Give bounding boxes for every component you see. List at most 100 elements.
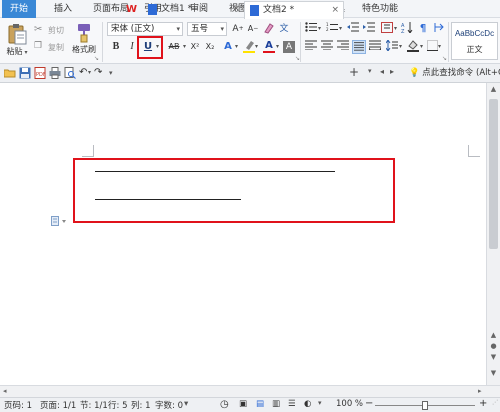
style-normal-button[interactable]: AaBbCcDc 正文 (451, 22, 498, 60)
clear-format-icon[interactable] (262, 22, 276, 36)
scroll-down-icon[interactable]: ▼ (487, 369, 500, 377)
divider (300, 22, 301, 62)
borders-icon[interactable] (425, 40, 439, 54)
page-view-icon[interactable]: ▤ (256, 399, 264, 409)
wps-logo-icon: W (126, 4, 138, 15)
font-size-select[interactable]: 五号 ▾ (187, 22, 227, 36)
chevron-down-icon[interactable]: ▾ (339, 25, 342, 32)
save-icon[interactable] (19, 67, 31, 79)
zoom-slider-knob[interactable] (422, 401, 428, 410)
status-row[interactable]: 行: 5 (108, 399, 127, 411)
read-view-icon[interactable]: ▥ (272, 399, 280, 409)
shrink-font-button[interactable]: A− (246, 22, 260, 36)
highlight-icon[interactable] (242, 40, 256, 54)
doc-tab-1[interactable]: W 文档1 * × (124, 1, 244, 19)
open-folder-icon[interactable] (3, 67, 16, 79)
redo-icon[interactable]: ↷ (94, 67, 106, 79)
bullets-icon[interactable] (304, 22, 318, 36)
new-tab-button[interactable]: + (349, 65, 359, 79)
superscript-button[interactable]: X² (188, 40, 202, 54)
chevron-down-icon[interactable]: ▾ (183, 43, 186, 50)
chevron-down-icon[interactable]: ▾ (394, 25, 397, 32)
chinese-layout-icon[interactable] (380, 22, 394, 36)
full-screen-icon[interactable]: ▣ (239, 399, 247, 409)
numbering-icon[interactable]: 12 (325, 22, 339, 36)
close-icon[interactable]: × (232, 1, 240, 18)
web-view-icon[interactable]: ◐ (304, 399, 311, 409)
distributed-align-icon[interactable] (368, 40, 382, 54)
status-word-count[interactable]: 字数: 0 (155, 399, 183, 411)
justify-icon[interactable] (352, 40, 366, 54)
char-shading-icon[interactable]: A (283, 41, 295, 53)
chevron-down-icon[interactable]: ▾ (399, 43, 402, 50)
status-pages[interactable]: 页面: 1/1 (40, 399, 76, 411)
zoom-level[interactable]: 100 % (336, 399, 363, 409)
paragraph-handle-icon[interactable] (51, 216, 67, 229)
history-icon[interactable]: ◷ (220, 399, 229, 410)
chevron-down-icon[interactable]: ▾ (420, 43, 423, 50)
chevron-down-icon[interactable]: ▾ (318, 399, 322, 407)
status-column[interactable]: 列: 1 (131, 399, 150, 411)
copy-button[interactable]: ❐ 复制 (34, 41, 70, 53)
show-hide-marks-icon[interactable]: ¶ (416, 22, 430, 36)
next-tab-icon[interactable]: ▸ (390, 67, 402, 79)
document-page[interactable] (0, 83, 486, 385)
dialog-launcher-icon[interactable]: ↘ (295, 55, 300, 62)
chevron-down-icon[interactable]: ▾ (255, 43, 258, 50)
scroll-down-icon[interactable]: ▼ (487, 353, 500, 361)
font-color-icon[interactable]: A (262, 39, 276, 53)
dialog-launcher-icon[interactable]: ↘ (442, 55, 447, 62)
tab-special-features[interactable]: 特色功能 (354, 0, 406, 18)
vertical-scrollbar[interactable]: ▲ ▲ ● ▼ ▼ (486, 83, 500, 385)
line-spacing-icon[interactable] (385, 39, 399, 54)
zoom-out-button[interactable]: − (365, 398, 373, 409)
phonetic-guide-button[interactable]: 文 (277, 22, 291, 36)
font-name-select[interactable]: 宋体 (正文) ▾ (107, 22, 183, 36)
select-browse-object-icon[interactable]: ● (487, 342, 500, 350)
tab-insert[interactable]: 插入 (46, 0, 80, 18)
svg-text:PDF: PDF (36, 72, 46, 78)
align-center-icon[interactable] (320, 40, 334, 54)
doc-tab-2[interactable]: 文档2 * × (244, 1, 344, 19)
status-section[interactable]: 节: 1/1 (80, 399, 108, 411)
status-page-number[interactable]: 页码: 1 (4, 399, 32, 411)
print-preview-icon[interactable] (64, 67, 76, 79)
dialog-launcher-icon[interactable]: ↘ (94, 55, 99, 62)
increase-indent-icon[interactable] (362, 22, 376, 36)
shading-icon[interactable] (406, 40, 420, 54)
chevron-down-icon[interactable]: ▾ (438, 43, 441, 50)
chevron-down-icon[interactable]: ▾ (318, 25, 321, 32)
command-search[interactable]: 💡 点此查找命令 (Alt+Q) (409, 64, 500, 83)
tab-home[interactable]: 开始 (2, 0, 37, 18)
decrease-indent-icon[interactable] (346, 22, 360, 36)
scroll-up-icon[interactable]: ▲ (487, 85, 500, 93)
scroll-left-icon[interactable]: ◂ (3, 387, 7, 395)
tab-stops-icon[interactable] (432, 22, 446, 36)
cut-button[interactable]: ✂ 剪切 (34, 24, 70, 36)
close-icon[interactable]: × (331, 2, 339, 19)
sort-icon[interactable]: AZ (400, 22, 414, 36)
paste-button[interactable]: 粘贴 ▾ (4, 22, 30, 62)
scroll-up-icon[interactable]: ▲ (487, 331, 500, 339)
align-left-icon[interactable] (304, 40, 318, 54)
chevron-down-icon[interactable]: ▾ (184, 399, 188, 409)
paste-icon (8, 24, 27, 45)
chevron-down-icon[interactable]: ▾ (276, 43, 279, 50)
customize-toolbar-icon[interactable]: ▾ (109, 69, 121, 81)
bold-button[interactable]: B (109, 40, 123, 54)
grow-font-button[interactable]: A+ (231, 22, 245, 36)
export-pdf-icon[interactable]: PDF (34, 67, 46, 79)
tab-list-icon[interactable]: ▾ (368, 67, 380, 79)
strikethrough-button[interactable]: AB (165, 40, 183, 54)
print-icon[interactable] (49, 67, 61, 79)
zoom-in-button[interactable]: + (479, 398, 487, 409)
scrollbar-thumb[interactable] (489, 99, 498, 249)
subscript-button[interactable]: X₂ (203, 40, 217, 54)
scroll-right-icon[interactable]: ▸ (478, 387, 482, 395)
align-right-icon[interactable] (336, 40, 350, 54)
outline-view-icon[interactable]: ☰ (288, 399, 296, 409)
chevron-down-icon[interactable]: ▾ (235, 43, 238, 50)
horizontal-scrollbar[interactable]: ◂ ▸ (0, 385, 500, 397)
resize-grip-icon[interactable]: ⋰ (492, 399, 498, 406)
text-effect-icon[interactable]: A (221, 40, 235, 54)
